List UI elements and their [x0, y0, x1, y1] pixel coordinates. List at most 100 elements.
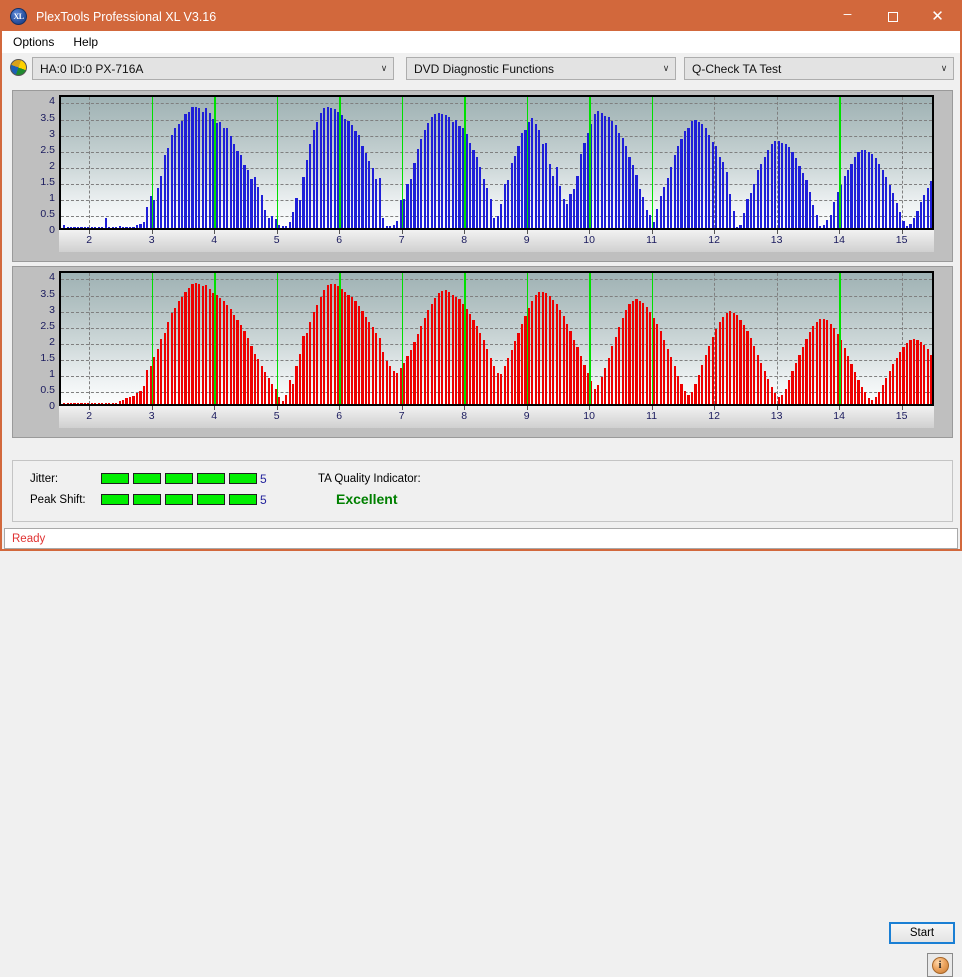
- marker-line: [214, 273, 216, 404]
- chart-bar: [372, 168, 374, 228]
- maximize-icon: [888, 12, 898, 22]
- chart-bar: [798, 355, 800, 404]
- gridline-vertical: [902, 97, 903, 228]
- chart-bar: [597, 385, 599, 404]
- chart-bar: [646, 307, 648, 404]
- chart-bar: [601, 377, 603, 404]
- chart-bar: [531, 118, 533, 228]
- chart-bar: [611, 346, 613, 404]
- info-button[interactable]: i: [927, 953, 953, 977]
- chart-bar: [101, 227, 103, 228]
- chart-bar: [396, 221, 398, 228]
- chart-bar: [469, 314, 471, 404]
- chart-bar: [406, 356, 408, 404]
- chart-bar: [143, 386, 145, 404]
- chart-bar: [674, 155, 676, 228]
- disc-icon: [10, 59, 27, 76]
- chart-bar: [160, 339, 162, 404]
- chart-bar: [823, 319, 825, 405]
- chart-bar: [375, 333, 377, 404]
- y-tick-label: 4: [49, 95, 55, 107]
- chart-bar: [125, 227, 127, 228]
- chart-bar: [406, 184, 408, 228]
- chart-bar: [393, 225, 395, 228]
- chart-bar: [850, 364, 852, 405]
- chart-bar: [736, 227, 738, 228]
- chart-bar: [788, 147, 790, 228]
- x-axis-labels-upper: 23456789101112131415: [59, 232, 934, 250]
- chart-bar: [188, 112, 190, 228]
- x-tick-label: 6: [336, 410, 342, 422]
- chart-bar: [733, 211, 735, 228]
- chart-bar: [108, 227, 110, 228]
- x-tick-label: 4: [211, 234, 217, 246]
- test-select[interactable]: Q-Check TA Test ∨: [684, 57, 954, 80]
- chart-bar: [320, 113, 322, 228]
- chart-bar: [861, 387, 863, 404]
- chart-bar: [67, 227, 69, 228]
- chart-bar: [243, 331, 245, 404]
- chart-bar: [635, 299, 637, 404]
- chart-bar: [923, 195, 925, 228]
- chart-bar: [84, 403, 86, 404]
- chart-bar: [216, 123, 218, 228]
- chart-bar: [743, 325, 745, 404]
- chart-bar: [77, 227, 79, 228]
- chart-bar: [667, 178, 669, 228]
- chart-bar: [615, 337, 617, 405]
- chart-bar: [507, 180, 509, 228]
- drive-select[interactable]: HA:0 ID:0 PX-716A ∨: [32, 57, 394, 80]
- chart-bar: [833, 202, 835, 228]
- chart-bar: [764, 157, 766, 228]
- chart-bar: [722, 162, 724, 228]
- chart-bar: [670, 357, 672, 404]
- start-button[interactable]: Start: [889, 922, 955, 944]
- meter-segment: [197, 494, 225, 505]
- function-category-select[interactable]: DVD Diagnostic Functions ∨: [406, 57, 676, 80]
- chart-bar: [594, 114, 596, 228]
- chart-bar: [552, 300, 554, 404]
- chart-bar: [778, 141, 780, 228]
- meter-segment: [101, 494, 129, 505]
- chart-bar: [247, 170, 249, 228]
- chart-bar: [746, 331, 748, 404]
- y-tick-label: 1: [49, 368, 55, 380]
- chart-bar: [375, 179, 377, 228]
- close-button[interactable]: ✕: [915, 2, 960, 31]
- y-tick-label: 2: [49, 336, 55, 348]
- chart-bar: [157, 349, 159, 404]
- x-tick-label: 5: [274, 410, 280, 422]
- chart-bar: [542, 292, 544, 405]
- chart-bar: [476, 157, 478, 228]
- chart-bar: [289, 380, 291, 404]
- chart-bar: [642, 303, 644, 404]
- chart-bar: [486, 188, 488, 229]
- y-axis-labels-lower: 00.511.522.533.54: [13, 267, 59, 410]
- chart-bar: [184, 114, 186, 228]
- chart-bar: [306, 333, 308, 404]
- chart-bar: [864, 392, 866, 404]
- chart-bar: [753, 184, 755, 228]
- chart-bar: [882, 385, 884, 404]
- x-tick-label: 3: [149, 234, 155, 246]
- minimize-button[interactable]: –: [825, 2, 870, 31]
- chart-bar: [857, 380, 859, 404]
- chart-bar: [920, 342, 922, 404]
- chart-bar: [701, 365, 703, 404]
- chart-bar: [622, 318, 624, 404]
- window-controls: – ✕: [825, 2, 960, 31]
- chart-bar: [226, 128, 228, 228]
- chart-bar: [396, 373, 398, 405]
- menu-item-options[interactable]: Options: [5, 33, 62, 51]
- chart-bar: [70, 227, 72, 228]
- chart-bar: [389, 366, 391, 404]
- chart-bar: [628, 157, 630, 228]
- maximize-button[interactable]: [870, 2, 915, 31]
- x-tick-label: 2: [86, 410, 92, 422]
- menu-item-help[interactable]: Help: [65, 33, 106, 51]
- chart-bar: [94, 403, 96, 404]
- chart-bar: [254, 354, 256, 404]
- chart-bar: [347, 121, 349, 228]
- chart-bar: [223, 301, 225, 404]
- chart-bar: [486, 349, 488, 404]
